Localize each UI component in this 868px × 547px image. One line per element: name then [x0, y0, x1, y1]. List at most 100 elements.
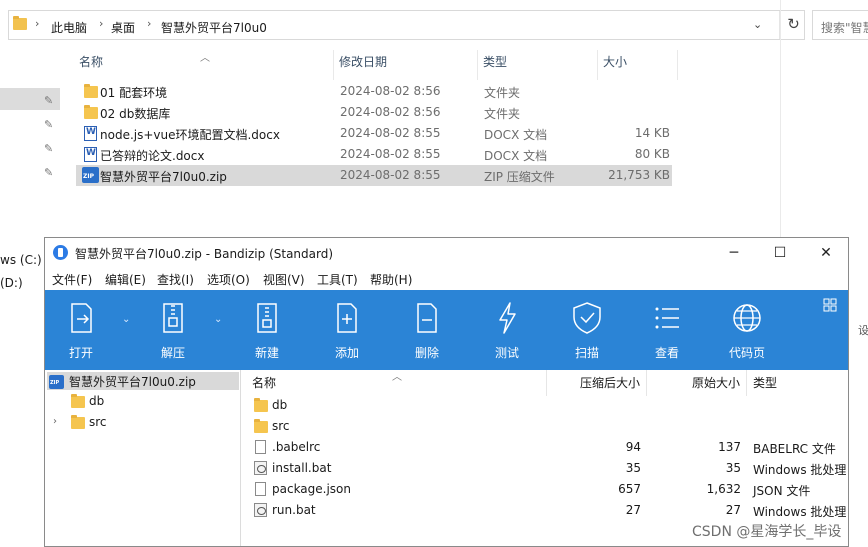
file-date: 2024-08-02 8:55 — [340, 147, 441, 161]
add-button[interactable]: 添加 — [321, 290, 373, 370]
add-label: 添加 — [334, 346, 359, 360]
extract-button[interactable]: 解压 — [147, 290, 199, 370]
list-item[interactable]: src — [242, 416, 848, 437]
list-item[interactable]: package.json 657 1,632 JSON 文件 — [242, 479, 848, 500]
add-icon — [337, 303, 357, 333]
entry-packed: 657 — [618, 482, 641, 496]
address-bar[interactable]: › 此电脑 › 桌面 › 智慧外贸平台7l0u0 ⌄ ↻ — [8, 10, 805, 40]
list-item[interactable]: install.bat 35 35 Windows 批处理 — [242, 458, 848, 479]
sort-up-icon: ︿ — [392, 372, 402, 383]
close-icon[interactable]: ✕ — [803, 238, 848, 268]
docx-icon — [84, 126, 97, 141]
grid-icon[interactable] — [823, 298, 837, 312]
file-icon — [255, 482, 266, 496]
tree-root[interactable]: 智慧外贸平台7l0u0.zip — [45, 371, 241, 391]
drive-d[interactable]: (D:) — [0, 276, 23, 290]
column-original-size[interactable]: 原始大小 — [647, 370, 747, 396]
menu-file[interactable]: 文件(F) — [52, 271, 92, 288]
minimize-icon[interactable]: ─ — [711, 238, 757, 268]
column-size[interactable]: 大小 — [598, 50, 678, 80]
pin-icon[interactable]: ✎ — [44, 118, 53, 131]
pin-icon[interactable]: ✎ — [44, 94, 53, 107]
menu-help[interactable]: 帮助(H) — [370, 271, 412, 288]
menu-edit[interactable]: 编辑(E) — [105, 271, 146, 288]
folder-icon — [71, 415, 85, 429]
pin-icon[interactable]: ✎ — [44, 142, 53, 155]
search-input[interactable]: 搜索"智慧 — [812, 10, 868, 40]
new-archive-button[interactable]: 新建 — [241, 290, 293, 370]
file-row[interactable]: node.js+vue环境配置文档.docx 2024-08-02 8:55 D… — [76, 123, 672, 144]
column-type[interactable]: 类型 — [478, 50, 598, 80]
delete-label: 删除 — [414, 346, 439, 360]
entry-size: 27 — [725, 503, 741, 517]
list-item[interactable]: run.bat 27 27 Windows 批处理 — [242, 500, 848, 521]
chevron-down-icon[interactable]: ⌄ — [214, 314, 222, 325]
file-row-selected[interactable]: 智慧外贸平台7l0u0.zip 2024-08-02 8:55 ZIP 压缩文件… — [76, 165, 672, 186]
column-name[interactable]: 名称 ︿ — [242, 370, 547, 396]
chevron-right-icon[interactable]: › — [147, 17, 151, 30]
file-type: 文件夹 — [484, 86, 521, 100]
column-name[interactable]: 名称 ︿ — [74, 50, 334, 80]
title-bar[interactable]: 智慧外贸平台7l0u0.zip - Bandizip (Standard) ─ … — [45, 238, 848, 268]
column-date[interactable]: 修改日期 — [334, 50, 478, 80]
file-name: 01 配套环境 — [100, 86, 168, 100]
column-packed-size[interactable]: 压缩后大小 — [547, 370, 647, 396]
entry-packed: 27 — [625, 503, 641, 517]
file-size: 21,753 KB — [608, 168, 670, 182]
chevron-right-icon[interactable]: › — [35, 17, 39, 30]
chevron-down-icon[interactable]: ⌄ — [122, 314, 130, 325]
file-type: DOCX 文档 — [484, 128, 548, 142]
folder-icon — [254, 419, 268, 433]
scan-button[interactable]: 扫描 — [561, 290, 613, 370]
zip-icon — [49, 375, 64, 389]
delete-button[interactable]: 删除 — [401, 290, 453, 370]
breadcrumb-desktop[interactable]: 桌面 — [111, 19, 135, 36]
list-item[interactable]: db — [242, 395, 848, 416]
file-row[interactable]: 02 db数据库 2024-08-02 8:56 文件夹 — [76, 102, 672, 123]
bat-icon — [254, 461, 267, 475]
entry-size: 35 — [725, 461, 741, 475]
file-size: 14 KB — [634, 126, 670, 140]
entry-size: 1,632 — [706, 482, 741, 496]
refresh-icon[interactable]: ↻ — [779, 11, 807, 39]
test-button[interactable]: 测试 — [481, 290, 533, 370]
folder-icon — [71, 394, 85, 408]
pin-icon[interactable]: ✎ — [44, 166, 53, 179]
file-name: node.js+vue环境配置文档.docx — [100, 128, 280, 142]
column-label: 名称 — [79, 55, 104, 69]
drive-c[interactable]: ws (C:) — [0, 253, 42, 267]
codepage-button[interactable]: 代码页 — [719, 290, 775, 370]
maximize-icon[interactable]: ☐ — [757, 238, 803, 268]
column-type[interactable]: 类型 — [747, 370, 848, 396]
folder-icon — [254, 398, 268, 412]
file-row[interactable]: 01 配套环境 2024-08-02 8:56 文件夹 — [76, 81, 672, 102]
tree-item-src[interactable]: › src — [45, 413, 241, 433]
breadcrumb-current-folder[interactable]: 智慧外贸平台7l0u0 — [161, 19, 267, 36]
list-item[interactable]: .babelrc 94 137 BABELRC 文件 — [242, 437, 848, 458]
menu-options[interactable]: 选项(O) — [207, 271, 250, 288]
column-label: 名称 — [252, 376, 277, 390]
codepage-label: 代码页 — [728, 346, 765, 360]
file-name: 智慧外贸平台7l0u0.zip — [100, 170, 227, 184]
folder-icon — [13, 16, 27, 30]
breadcrumb-this-pc[interactable]: 此电脑 — [51, 19, 87, 36]
search-placeholder: 搜索"智慧 — [821, 21, 868, 35]
tree-item-label: db — [89, 394, 105, 408]
file-date: 2024-08-02 8:55 — [340, 168, 441, 182]
toolbar: 打开 ⌄ 解压 ⌄ 新建 添加 删除 测试 扫描 查看 代码页 — [45, 290, 848, 370]
chevron-right-icon[interactable]: › — [53, 416, 57, 427]
menu-tools[interactable]: 工具(T) — [317, 271, 358, 288]
menu-find[interactable]: 查找(I) — [157, 271, 194, 288]
chevron-down-icon[interactable]: ⌄ — [753, 18, 762, 31]
file-icon — [255, 440, 266, 454]
address-row: › 此电脑 › 桌面 › 智慧外贸平台7l0u0 ⌄ ↻ 搜索"智慧 — [0, 6, 868, 42]
menu-bar: 文件(F) 编辑(E) 查找(I) 选项(O) 视图(V) 工具(T) 帮助(H… — [45, 268, 848, 290]
window-title: 智慧外贸平台7l0u0.zip - Bandizip (Standard) — [75, 247, 334, 261]
menu-view[interactable]: 视图(V) — [263, 271, 305, 288]
open-button[interactable]: 打开 — [55, 290, 107, 370]
chevron-right-icon[interactable]: › — [99, 17, 103, 30]
tree-item-db[interactable]: db — [45, 392, 241, 412]
file-row[interactable]: 已答辩的论文.docx 2024-08-02 8:55 DOCX 文档 80 K… — [76, 144, 672, 165]
open-icon — [71, 303, 92, 333]
view-button[interactable]: 查看 — [641, 290, 693, 370]
